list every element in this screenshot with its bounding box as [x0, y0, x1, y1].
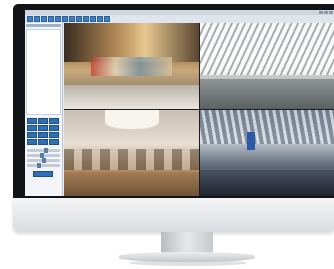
log-icon[interactable] — [76, 16, 82, 22]
ptz-lens-controls — [27, 139, 61, 145]
sidebar-header — [26, 24, 61, 27]
playback-icon[interactable] — [34, 16, 40, 22]
ptz-up-left-button[interactable] — [27, 118, 37, 124]
control-sidebar — [25, 23, 63, 196]
ptz-up-button[interactable] — [38, 118, 48, 124]
device-icon[interactable] — [90, 16, 96, 22]
minimize-icon[interactable] — [319, 11, 323, 14]
camera-feed-3[interactable] — [64, 110, 199, 196]
saturation-slider[interactable] — [27, 158, 60, 163]
zoom-out-button[interactable] — [38, 139, 48, 145]
record-icon[interactable] — [41, 16, 47, 22]
ptz-center-button[interactable] — [38, 125, 48, 131]
camera-feed-1[interactable] — [64, 23, 199, 109]
ptz-control-pad — [27, 118, 61, 138]
monitor-bezel — [13, 4, 334, 198]
ptz-down-right-button[interactable] — [49, 132, 59, 138]
ptz-right-button[interactable] — [49, 125, 59, 131]
user-icon[interactable] — [83, 16, 89, 22]
layout-icon[interactable] — [55, 16, 61, 22]
map-icon[interactable] — [97, 16, 103, 22]
zoom-in-button[interactable] — [27, 139, 37, 145]
brightness-slider[interactable] — [27, 148, 60, 153]
camera-feed-4[interactable] — [200, 110, 334, 196]
toolbar — [25, 15, 334, 23]
window-controls — [319, 11, 333, 14]
alarm-icon[interactable] — [69, 16, 75, 22]
close-icon[interactable] — [329, 11, 333, 14]
ptz-up-right-button[interactable] — [49, 118, 59, 124]
monitor — [13, 4, 334, 266]
screen — [25, 10, 334, 196]
exit-icon[interactable] — [104, 16, 110, 22]
live-view-icon[interactable] — [27, 16, 33, 22]
monitor-stand-neck — [161, 232, 213, 254]
snapshot-icon[interactable] — [48, 16, 54, 22]
camera-grid — [64, 23, 334, 196]
speed-slider-knob[interactable] — [37, 163, 42, 168]
saturation-slider-knob[interactable] — [41, 158, 46, 163]
brightness-slider-knob[interactable] — [44, 148, 49, 153]
apply-button[interactable] — [33, 171, 53, 177]
ptz-down-left-button[interactable] — [27, 132, 37, 138]
device-tree-panel[interactable] — [26, 29, 61, 115]
contrast-slider[interactable] — [27, 153, 60, 158]
speed-slider[interactable] — [27, 163, 60, 168]
ptz-left-button[interactable] — [27, 125, 37, 131]
focus-button[interactable] — [49, 139, 59, 145]
settings-icon[interactable] — [62, 16, 68, 22]
ptz-down-button[interactable] — [38, 132, 48, 138]
maximize-icon[interactable] — [324, 11, 328, 14]
camera-feed-2[interactable] — [200, 23, 334, 109]
monitor-chin — [13, 198, 334, 232]
monitor-stand-base — [119, 252, 255, 262]
